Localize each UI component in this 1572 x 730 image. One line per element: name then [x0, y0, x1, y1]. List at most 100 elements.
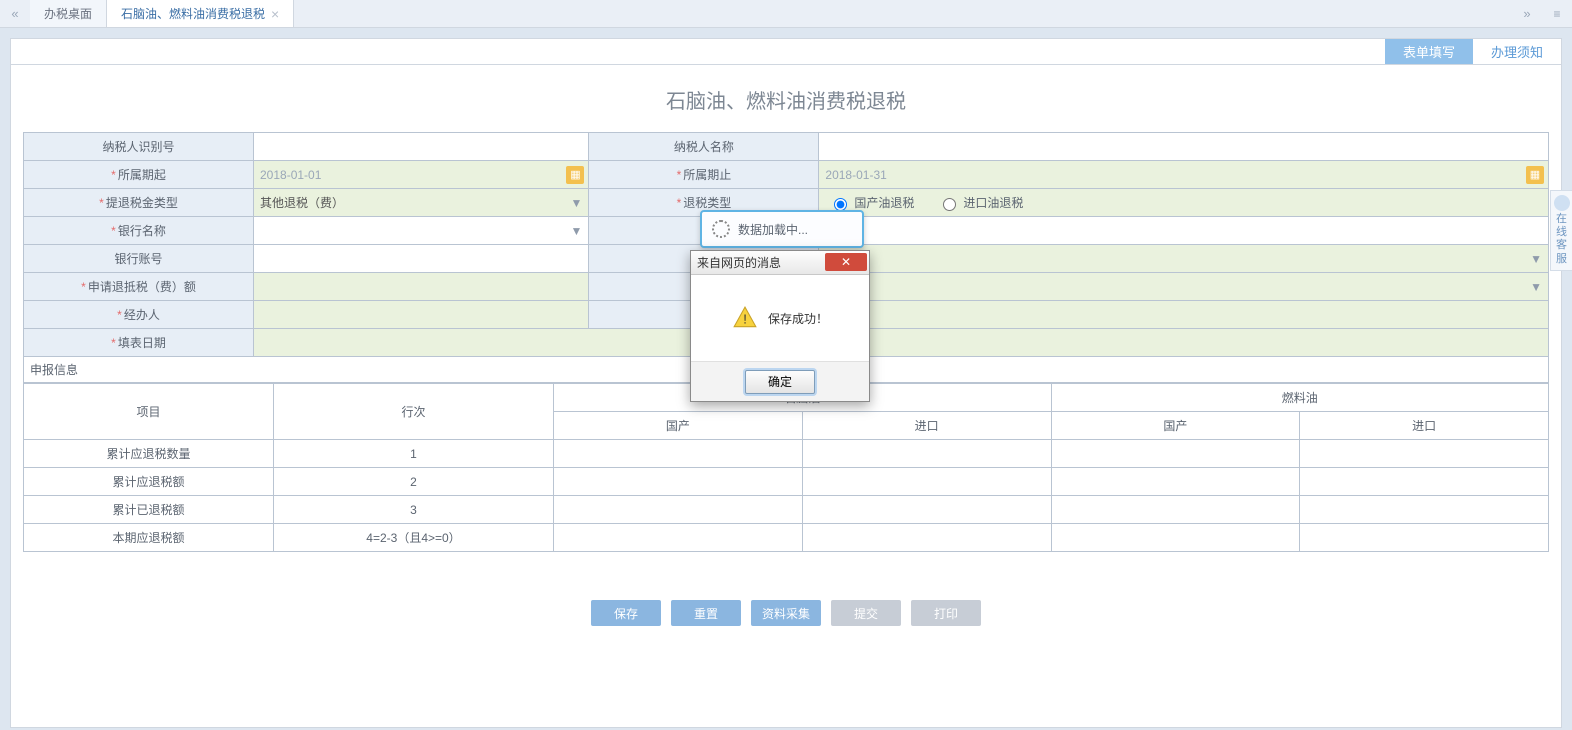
cell[interactable] [1051, 496, 1300, 524]
cell[interactable] [1051, 468, 1300, 496]
input-ssqz[interactable]: 2018-01-31 ▦ [819, 161, 1549, 189]
label-tbrq-text: 填表日期 [118, 336, 166, 350]
cell[interactable] [554, 496, 803, 524]
online-support[interactable]: 在线客服 [1550, 190, 1572, 271]
cell-name: 累计应退税数量 [24, 440, 274, 468]
chevron-down-icon[interactable]: ▼ [571, 196, 583, 210]
label-yhzh: 银行账号 [24, 245, 254, 273]
value-yhzh [254, 245, 589, 273]
calendar-icon[interactable]: ▦ [566, 166, 584, 184]
tab-desktop[interactable]: 办税桌面 [30, 0, 107, 27]
tab-menu-icon[interactable]: ≡ [1542, 0, 1572, 27]
cell-name: 累计应退税额 [24, 468, 274, 496]
value-ssqz: 2018-01-31 [825, 168, 886, 182]
sub-tab-notice[interactable]: 办理须知 [1473, 39, 1561, 64]
value-nsrsbh [254, 133, 589, 161]
chevron-down-icon[interactable]: ▼ [571, 224, 583, 238]
cell[interactable] [1300, 496, 1549, 524]
select-blank1[interactable]: ▼ [819, 273, 1549, 301]
cell[interactable] [1051, 440, 1300, 468]
table-row: 累计已退税额 3 [24, 496, 1549, 524]
tab-scroll-left-icon[interactable]: « [0, 0, 30, 27]
sub-tab-bar: 表单填写 办理须知 [11, 39, 1561, 65]
cell[interactable] [554, 440, 803, 468]
label-nsrsbh: 纳税人识别号 [24, 133, 254, 161]
label-sqtde-text: 申请退抵税（费）额 [88, 280, 196, 294]
sub-tab-form-label: 表单填写 [1403, 42, 1455, 61]
label-nsrmc: 纳税人名称 [589, 133, 819, 161]
radio-import-label: 进口油退税 [963, 194, 1023, 211]
svg-text:!: ! [743, 311, 747, 326]
cell-row: 3 [274, 496, 554, 524]
button-row: 保存 重置 资料采集 提交 打印 [23, 600, 1549, 626]
select-shi[interactable]: ▼ [819, 245, 1549, 273]
radio-domestic-input[interactable] [834, 198, 847, 211]
chevron-down-icon[interactable]: ▼ [1530, 280, 1542, 294]
dialog-close-button[interactable]: ✕ [825, 253, 867, 271]
label-ssqq: *所属期起 [24, 161, 254, 189]
print-button-label: 打印 [934, 605, 958, 622]
label-ssqq-text: 所属期起 [118, 168, 166, 182]
page-title: 石脑油、燃料油消费税退税 [23, 85, 1549, 114]
th-rly: 燃料油 [1051, 384, 1549, 412]
label-tslx-text: 退税类型 [683, 196, 731, 210]
sub-tab-notice-label: 办理须知 [1491, 42, 1543, 61]
label-yhmc: *银行名称 [24, 217, 254, 245]
value-nsrmc [819, 133, 1549, 161]
save-button[interactable]: 保存 [591, 600, 661, 626]
tab-scroll-right-icon[interactable]: » [1512, 0, 1542, 27]
collect-button[interactable]: 资料采集 [751, 600, 821, 626]
sub-tab-form[interactable]: 表单填写 [1385, 39, 1473, 64]
close-icon: ✕ [841, 255, 851, 269]
cell-row: 4=2-3（且4>=0） [274, 524, 554, 552]
calendar-icon[interactable]: ▦ [1526, 166, 1544, 184]
cell[interactable] [802, 440, 1051, 468]
warning-icon: ! [732, 305, 758, 331]
loading-toast: 数据加载中... [700, 210, 864, 248]
table-row: 累计应退税额 2 [24, 468, 1549, 496]
cell-row: 2 [274, 468, 554, 496]
th-hc: 行次 [274, 384, 554, 440]
value-ssqq: 2018-01-01 [260, 168, 321, 182]
tab-current[interactable]: 石脑油、燃料油消费税退税 × [107, 0, 294, 27]
cell[interactable] [802, 496, 1051, 524]
value-hidden-m [819, 217, 1549, 245]
label-yhmc-text: 银行名称 [118, 224, 166, 238]
label-ssqz-text: 所属期止 [683, 168, 731, 182]
reset-button[interactable]: 重置 [671, 600, 741, 626]
th-rly-jk: 进口 [1300, 412, 1549, 440]
loading-text: 数据加载中... [738, 221, 808, 238]
dialog-ok-label: 确定 [768, 375, 792, 389]
radio-domestic[interactable]: 国产油退税 [829, 194, 914, 211]
cell[interactable] [554, 524, 803, 552]
table-row: 本期应退税额 4=2-3（且4>=0） [24, 524, 1549, 552]
select-yhmc[interactable]: ▼ [254, 217, 589, 245]
dialog-title-text: 来自网页的消息 [697, 254, 781, 271]
cell[interactable] [802, 468, 1051, 496]
support-avatar-icon [1554, 195, 1570, 211]
input-ssqq[interactable]: 2018-01-01 ▦ [254, 161, 589, 189]
cell[interactable] [1300, 524, 1549, 552]
radio-import-input[interactable] [943, 198, 956, 211]
table-row: 累计应退税数量 1 [24, 440, 1549, 468]
cell[interactable] [1051, 524, 1300, 552]
print-button: 打印 [911, 600, 981, 626]
cell[interactable] [802, 524, 1051, 552]
tab-desktop-label: 办税桌面 [44, 5, 92, 22]
input-sqtde[interactable] [254, 273, 589, 301]
close-icon[interactable]: × [271, 7, 279, 21]
cell[interactable] [554, 468, 803, 496]
label-jbr: *经办人 [24, 301, 254, 329]
dialog-titlebar: 来自网页的消息 ✕ [691, 251, 869, 275]
tab-strip: « 办税桌面 石脑油、燃料油消费税退税 × » ≡ [0, 0, 1572, 28]
select-ttsjlx[interactable]: 其他退税（费） ▼ [254, 189, 589, 217]
dialog-ok-button[interactable]: 确定 [745, 370, 815, 394]
input-blank2[interactable] [819, 301, 1549, 329]
cell[interactable] [1300, 468, 1549, 496]
input-jbr[interactable] [254, 301, 589, 329]
input-tbrq[interactable]: ▦ [254, 329, 1549, 357]
label-ttsjlx-text: 提退税金类型 [106, 196, 178, 210]
cell[interactable] [1300, 440, 1549, 468]
chevron-down-icon[interactable]: ▼ [1530, 252, 1542, 266]
radio-import[interactable]: 进口油退税 [938, 194, 1023, 211]
